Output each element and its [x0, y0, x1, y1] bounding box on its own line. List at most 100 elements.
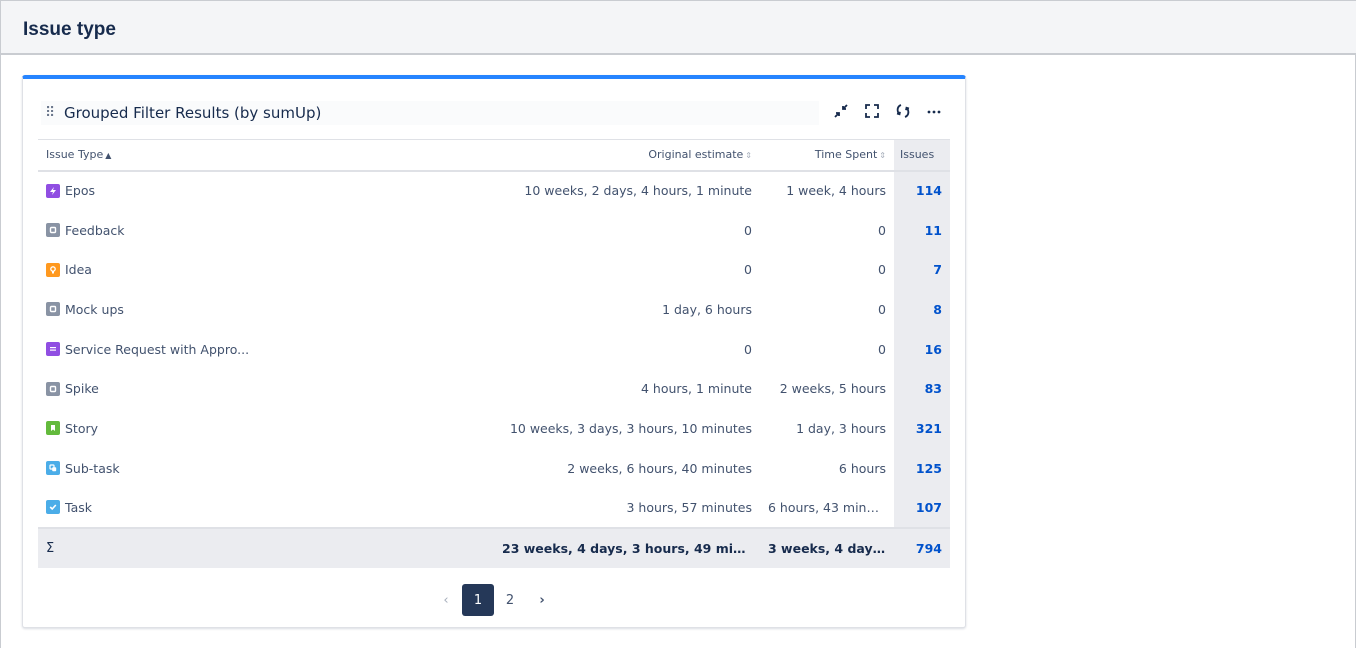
issues-count-link[interactable]: 125: [916, 461, 942, 476]
original-estimate-cell: 0: [744, 262, 752, 278]
dashboard-page: Issue type ⠿ Grouped Filter Results (by …: [0, 0, 1356, 648]
idea-icon: [46, 262, 60, 277]
page-title: Issue type: [23, 19, 116, 40]
generic-issue-icon: [46, 223, 60, 238]
issues-count-cell[interactable]: 16: [894, 329, 950, 369]
column-label: Time Spent: [814, 148, 878, 162]
time-spent-cell: 0: [878, 341, 886, 357]
issue-type-cell[interactable]: Spike: [38, 369, 494, 409]
issue-type-label: Story: [65, 420, 99, 436]
original-estimate-cell: 10 weeks, 3 days, 3 hours, 10 minutes: [509, 420, 752, 436]
page-header: Issue type: [1, 0, 1356, 55]
original-estimate-cell: 1 day, 6 hours: [662, 301, 752, 317]
issues-count-cell[interactable]: 114: [894, 170, 950, 211]
generic-issue-icon: [46, 381, 60, 396]
time-spent-cell: 1 week, 4 hours: [786, 183, 886, 199]
issues-count-link[interactable]: 7: [933, 262, 942, 277]
issues-count-link[interactable]: 11: [925, 223, 942, 238]
fullscreen-icon[interactable]: [863, 102, 881, 120]
issues-count-cell[interactable]: 8: [894, 289, 950, 330]
issues-count-cell[interactable]: 83: [894, 368, 950, 409]
issue-type-label: Service Request with Appro...: [65, 341, 250, 357]
issue-type-cell[interactable]: Story: [38, 409, 494, 449]
issues-count-link[interactable]: 114: [916, 183, 942, 198]
gadget-actions: [832, 101, 943, 121]
column-label: Original estimate: [648, 148, 744, 162]
service-request-icon: [46, 342, 60, 357]
column-header-issues[interactable]: Issues: [894, 139, 950, 171]
issue-type-cell[interactable]: Service Request with Appro...: [38, 329, 494, 369]
pagination: ‹ 1 2 ›: [23, 584, 965, 616]
minimize-icon[interactable]: [832, 102, 850, 120]
issues-count-link[interactable]: 321: [916, 421, 942, 436]
task-icon: [46, 500, 60, 515]
time-spent-cell: 1 day, 3 hours: [796, 420, 886, 436]
issues-count-cell[interactable]: 7: [894, 249, 950, 290]
issue-type-cell[interactable]: Mock ups: [38, 290, 494, 330]
issue-type-label: Feedback: [65, 222, 125, 238]
gadget-titlebar[interactable]: ⠿ Grouped Filter Results (by sumUp): [41, 101, 819, 125]
issue-type-label: Sub-task: [65, 460, 120, 476]
issue-type-cell[interactable]: Task: [38, 488, 494, 528]
total-label: Σ: [38, 528, 494, 568]
page-button-2[interactable]: 2: [494, 584, 526, 616]
issues-count-cell[interactable]: 125: [894, 448, 950, 488]
total-original-estimate: 23 weeks, 4 days, 3 hours, 49 minutes: [502, 540, 760, 556]
table-row: Feedback 0 0 11: [38, 210, 950, 250]
time-spent-cell: 6 hours: [838, 460, 886, 476]
sort-icon: ⇕: [879, 151, 886, 161]
total-issues-link[interactable]: 794: [916, 541, 942, 556]
more-icon[interactable]: [925, 102, 943, 120]
total-time-spent: 3 weeks, 4 days,...: [768, 540, 894, 556]
story-icon: [46, 421, 60, 436]
column-header-original-estimate[interactable]: Original estimate ⇕: [494, 140, 760, 171]
issues-count-link[interactable]: 107: [916, 500, 942, 515]
table-row: Task 3 hours, 57 minutes 6 hours, 43 minut…: [38, 488, 950, 528]
time-spent-cell: 0: [878, 222, 886, 238]
previous-page-button[interactable]: ‹: [430, 584, 462, 616]
time-spent-cell: 0: [878, 301, 886, 317]
issue-type-label: Spike: [65, 381, 99, 397]
drag-handle-icon[interactable]: ⠿: [45, 104, 55, 121]
issue-type-label: Epos: [65, 183, 95, 199]
sort-asc-icon: ▲: [105, 151, 112, 161]
issue-type-label: Mock ups: [65, 301, 124, 317]
table-row: Epos 10 weeks, 2 days, 4 hours, 1 minute 1…: [38, 170, 950, 211]
original-estimate-cell: 4 hours, 1 minute: [640, 381, 752, 397]
original-estimate-cell: 0: [744, 341, 752, 357]
results-table-wrap: Issue Type ▲ Original estimate ⇕ Time Spen…: [38, 139, 950, 568]
original-estimate-cell: 0: [744, 222, 752, 238]
issue-type-label: Idea: [65, 262, 92, 278]
issues-count-link[interactable]: 16: [925, 342, 942, 357]
next-page-button[interactable]: ›: [526, 584, 558, 616]
column-header-time-spent[interactable]: Time Spent ⇕: [760, 140, 894, 171]
table-header-row: Issue Type ▲ Original estimate ⇕ Time Spen…: [38, 139, 950, 171]
issue-type-cell[interactable]: Idea: [38, 250, 494, 290]
total-row: Σ 23 weeks, 4 days, 3 hours, 49 minutes …: [38, 527, 950, 568]
original-estimate-cell: 10 weeks, 2 days, 4 hours, 1 minute: [524, 183, 752, 199]
issue-type-cell[interactable]: Sub-task: [38, 448, 494, 488]
original-estimate-cell: 3 hours, 57 minutes: [626, 499, 753, 515]
table-row: Spike 4 hours, 1 minute 2 weeks, 5 hours 83: [38, 368, 950, 409]
epic-icon: [46, 183, 60, 198]
issues-count-cell[interactable]: 107: [894, 488, 950, 528]
refresh-icon[interactable]: [894, 102, 912, 120]
column-label: Issue Type: [46, 148, 104, 162]
time-spent-cell: 0: [878, 262, 886, 278]
issues-count-link[interactable]: 8: [933, 302, 942, 317]
total-issues[interactable]: 794: [894, 527, 950, 568]
issue-type-cell[interactable]: Feedback: [38, 210, 494, 250]
table-body: Epos 10 weeks, 2 days, 4 hours, 1 minute 1…: [38, 170, 950, 528]
generic-issue-icon: [46, 302, 60, 317]
issues-count-cell[interactable]: 321: [894, 408, 950, 449]
issues-count-link[interactable]: 83: [925, 381, 942, 396]
time-spent-cell: 2 weeks, 5 hours: [779, 381, 886, 397]
column-header-issue-type[interactable]: Issue Type ▲: [38, 140, 494, 171]
gadget-panel: ⠿ Grouped Filter Results (by sumUp) Issu…: [22, 75, 966, 628]
time-spent-cell: 6 hours, 43 minutes: [768, 499, 894, 515]
issues-count-cell[interactable]: 11: [894, 210, 950, 250]
issue-type-cell[interactable]: Epos: [38, 171, 494, 211]
page-button-1[interactable]: 1: [462, 584, 494, 616]
issue-type-label: Task: [65, 499, 92, 515]
table-row: Story 10 weeks, 3 days, 3 hours, 10 minut…: [38, 408, 950, 449]
